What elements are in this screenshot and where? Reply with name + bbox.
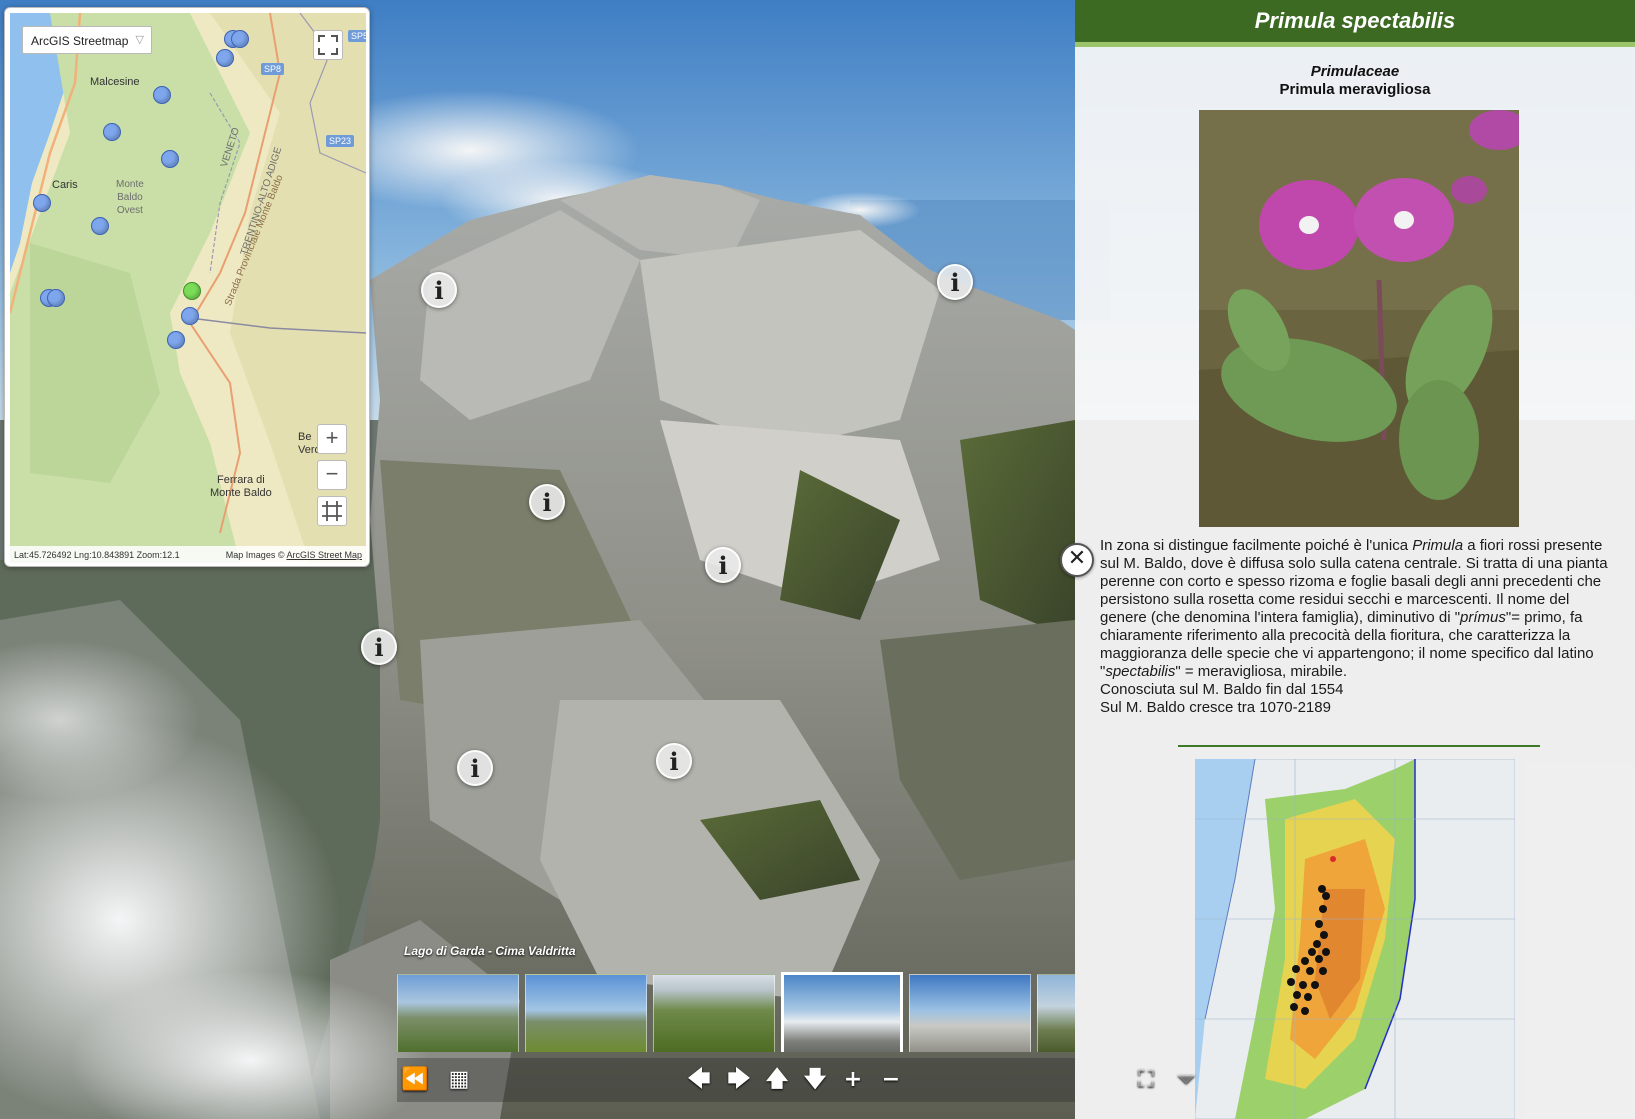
- info-hotspot-icon[interactable]: [937, 264, 973, 300]
- info-hotspot-icon[interactable]: [529, 484, 565, 520]
- attribution-prefix: Map Images ©: [225, 549, 285, 560]
- map-marker-selected[interactable]: [183, 282, 201, 300]
- panorama-thumbnail[interactable]: [525, 974, 647, 1052]
- zoom-in-button[interactable]: +: [317, 424, 347, 454]
- map-marker[interactable]: [47, 289, 65, 307]
- info-hotspot-icon[interactable]: [457, 750, 493, 786]
- extent-button[interactable]: [317, 496, 347, 526]
- plant-photo: [1199, 110, 1519, 527]
- map-marker[interactable]: [91, 217, 109, 235]
- map-coordinates: Lat:45.726492 Lng:10.843891 Zoom:12.1: [14, 549, 180, 560]
- info-hotspot-icon[interactable]: [705, 547, 741, 583]
- map-marker[interactable]: [167, 331, 185, 349]
- divider: [1178, 745, 1540, 747]
- thumbnail-strip[interactable]: [397, 962, 1075, 1052]
- map-marker[interactable]: [161, 150, 179, 168]
- chevron-down-icon: ▽: [135, 34, 144, 46]
- map-panel: ArcGIS Streetmap ▽ Malcesine Caris Monte…: [4, 7, 370, 567]
- description-text-italic: prímus: [1460, 609, 1506, 626]
- road-badge-sp23: SP23: [326, 135, 355, 147]
- fullscreen-icon: [318, 35, 338, 55]
- panorama-thumbnail[interactable]: [1037, 974, 1075, 1052]
- distribution-map: [1194, 758, 1516, 1119]
- panorama-title: Lago di Garda - Cima Valdritta: [404, 944, 576, 958]
- description-text-italic: spectabilis: [1105, 663, 1176, 680]
- panorama-thumbnail-active[interactable]: [781, 972, 903, 1052]
- description-text-italic: Primula: [1412, 537, 1464, 554]
- zoom-out-button[interactable]: −: [877, 1066, 905, 1094]
- species-family: Primulaceae: [1310, 63, 1400, 80]
- map-marker[interactable]: [153, 86, 171, 104]
- road-badge-sp5: SP5: [348, 30, 366, 42]
- fullscreen-button[interactable]: [313, 30, 343, 60]
- pan-up-button[interactable]: 🡅: [763, 1066, 791, 1094]
- basemap-select[interactable]: ArcGIS Streetmap ▽: [22, 26, 152, 54]
- description-text: " = meravigliosa, mirabile.: [1175, 663, 1348, 680]
- description-text: In zona si distingue facilmente poiché è…: [1100, 537, 1413, 554]
- panorama-thumbnail[interactable]: [909, 974, 1031, 1052]
- pan-left-button[interactable]: 🡄: [685, 1066, 713, 1094]
- place-label-monte-baldo: Monte Baldo Ovest: [116, 179, 144, 216]
- panorama-controls: ⏪ ▦ 🡄 🡆 🡅 🡇 + −: [397, 1058, 1075, 1102]
- map-canvas[interactable]: ArcGIS Streetmap ▽ Malcesine Caris Monte…: [10, 13, 366, 563]
- place-label-malcesine: Malcesine: [90, 76, 140, 88]
- thumbnails-grid-button[interactable]: ▦: [445, 1066, 473, 1094]
- basemap-select-label: ArcGIS Streetmap: [31, 34, 129, 48]
- map-status-bar: Lat:45.726492 Lng:10.843891 Zoom:12.1 Ma…: [10, 546, 366, 563]
- place-label-ferrara: Ferrara di Monte Baldo: [210, 474, 272, 499]
- attribution-link[interactable]: ArcGIS Street Map: [286, 550, 362, 560]
- road-badge-sp8: SP8: [261, 63, 285, 75]
- description-known-since: Conosciuta sul M. Baldo fin dal 1554: [1100, 681, 1344, 698]
- info-hotspot-icon[interactable]: [421, 272, 457, 308]
- map-attribution: Map Images © ArcGIS Street Map: [226, 550, 362, 560]
- zoom-in-button[interactable]: +: [839, 1066, 867, 1094]
- map-marker[interactable]: [103, 123, 121, 141]
- map-marker[interactable]: [216, 49, 234, 67]
- place-label-caris: Caris: [52, 179, 78, 191]
- pan-right-button[interactable]: 🡆: [725, 1066, 753, 1094]
- species-info-panel: Primula spectabilis Primulaceae Primula …: [1075, 0, 1635, 1119]
- panorama-thumbnail[interactable]: [397, 974, 519, 1052]
- fullscreen-toggle-button[interactable]: ⛶: [1132, 1066, 1160, 1094]
- species-common-name: Primula meravigliosa: [1279, 81, 1431, 98]
- zoom-out-button[interactable]: −: [317, 460, 347, 490]
- species-title: Primula spectabilis: [1075, 0, 1635, 42]
- panorama-thumbnail[interactable]: [653, 974, 775, 1052]
- hide-controls-button[interactable]: ⏷: [1172, 1066, 1200, 1094]
- map-marker[interactable]: [33, 194, 51, 212]
- map-marker[interactable]: [181, 307, 199, 325]
- crop-icon: [322, 501, 342, 521]
- info-hotspot-icon[interactable]: [361, 629, 397, 665]
- rewind-button[interactable]: ⏪: [401, 1066, 429, 1094]
- pan-down-button[interactable]: 🡇: [801, 1066, 829, 1094]
- description-paragraph: In zona si distingue facilmente poiché è…: [1100, 537, 1610, 681]
- description-altitude: Sul M. Baldo cresce tra 1070-2189: [1100, 699, 1331, 716]
- header-underline: [1075, 42, 1635, 47]
- close-info-button[interactable]: ✕: [1060, 543, 1094, 577]
- info-hotspot-icon[interactable]: [656, 743, 692, 779]
- map-marker[interactable]: [231, 30, 249, 48]
- species-description: In zona si distingue facilmente poiché è…: [1100, 537, 1610, 717]
